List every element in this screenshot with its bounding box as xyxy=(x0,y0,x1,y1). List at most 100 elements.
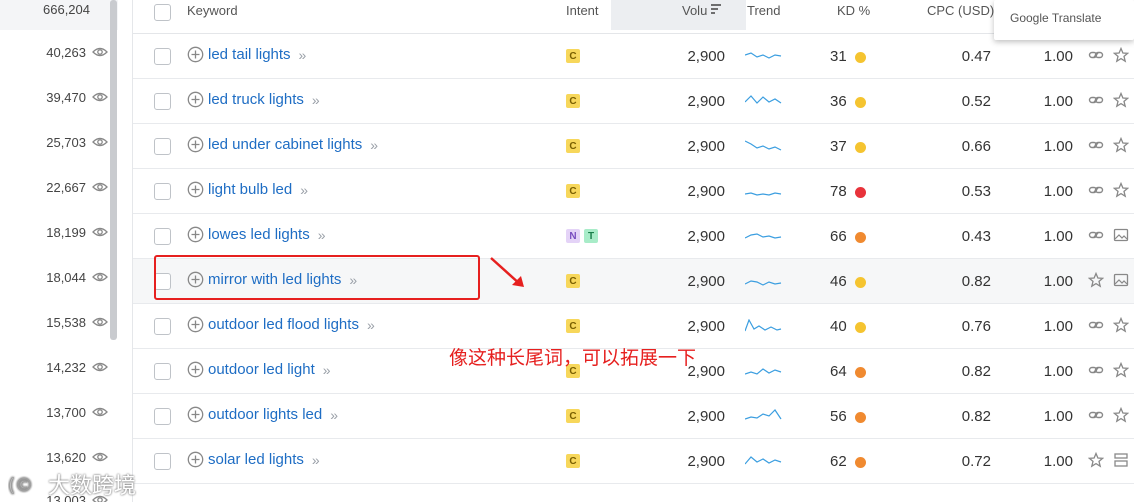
intent-badge: C xyxy=(566,94,580,108)
kd-value: 37 xyxy=(830,138,847,155)
table-row[interactable]: outdoor lights led » C 2,900 56 0.82 1.00 xyxy=(133,394,1134,439)
link-icon[interactable] xyxy=(1088,407,1104,423)
row-checkbox[interactable] xyxy=(154,93,171,110)
row-checkbox[interactable] xyxy=(154,408,171,425)
intent-header[interactable]: Intent xyxy=(566,3,599,18)
link-icon[interactable] xyxy=(1088,137,1104,153)
volume-header[interactable]: Volu xyxy=(682,3,707,18)
image-icon[interactable] xyxy=(1113,272,1129,288)
scrollbar[interactable] xyxy=(110,0,117,340)
table-row[interactable]: light bulb led » C 2,900 78 0.53 1.00 xyxy=(133,169,1134,214)
link-icon[interactable] xyxy=(1088,362,1104,378)
chevron-right-icon[interactable]: » xyxy=(370,137,378,153)
kd-dot xyxy=(854,141,866,153)
row-checkbox[interactable] xyxy=(154,48,171,65)
select-all-checkbox[interactable] xyxy=(154,4,171,21)
keyword-link[interactable]: solar led lights » xyxy=(187,451,320,468)
keyword-link[interactable]: lowes led lights » xyxy=(187,226,326,243)
image-icon[interactable] xyxy=(1113,227,1129,243)
row-checkbox[interactable] xyxy=(154,228,171,245)
link-icon[interactable] xyxy=(1088,182,1104,198)
intent-cell: C xyxy=(566,409,584,423)
row-checkbox[interactable] xyxy=(154,318,171,335)
star-icon[interactable] xyxy=(1113,317,1129,333)
add-keyword-icon[interactable] xyxy=(187,136,204,153)
star-icon[interactable] xyxy=(1088,452,1104,468)
kd-value: 62 xyxy=(830,453,847,470)
eye-icon[interactable] xyxy=(92,271,108,283)
star-icon[interactable] xyxy=(1113,182,1129,198)
kd-cell: 66 xyxy=(830,228,866,245)
intent-badge: C xyxy=(566,184,580,198)
row-checkbox[interactable] xyxy=(154,363,171,380)
table-row[interactable]: led tail lights » C 2,900 31 0.47 1.00 xyxy=(133,34,1134,79)
add-keyword-icon[interactable] xyxy=(187,451,204,468)
keyword-header[interactable]: Keyword xyxy=(187,3,238,18)
left-volume-column: 666,204 40,263 39,470 25,703 22,667 18,199 18… xyxy=(0,0,118,502)
keyword-text: led truck lights xyxy=(208,91,304,108)
add-keyword-icon[interactable] xyxy=(187,181,204,198)
row-checkbox[interactable] xyxy=(154,183,171,200)
star-icon[interactable] xyxy=(1113,92,1129,108)
eye-icon[interactable] xyxy=(92,226,108,238)
chevron-right-icon[interactable]: » xyxy=(312,92,320,108)
eye-icon[interactable] xyxy=(92,181,108,193)
add-keyword-icon[interactable] xyxy=(187,406,204,423)
chevron-right-icon[interactable]: » xyxy=(330,407,338,423)
eye-icon[interactable] xyxy=(92,361,108,373)
keyword-link[interactable]: led under cabinet lights » xyxy=(187,136,378,153)
chevron-right-icon[interactable]: » xyxy=(367,317,375,333)
chevron-right-icon[interactable]: » xyxy=(323,362,331,378)
add-keyword-icon[interactable] xyxy=(187,46,204,63)
add-keyword-icon[interactable] xyxy=(187,91,204,108)
kd-header[interactable]: KD % xyxy=(837,3,870,18)
left-volume-value: 15,538 xyxy=(46,314,86,330)
keyword-link[interactable]: outdoor led light » xyxy=(187,361,331,378)
row-checkbox[interactable] xyxy=(154,453,171,470)
keyword-link[interactable]: outdoor lights led » xyxy=(187,406,338,423)
trend-header[interactable]: Trend xyxy=(747,3,780,18)
table-row[interactable]: lowes led lights » N T 2,900 66 0.43 1.00 xyxy=(133,214,1134,259)
keyword-link[interactable]: light bulb led » xyxy=(187,181,308,198)
table-row[interactable]: led truck lights » C 2,900 36 0.52 1.00 xyxy=(133,79,1134,124)
eye-icon[interactable] xyxy=(92,451,108,463)
link-icon[interactable] xyxy=(1088,47,1104,63)
link-icon[interactable] xyxy=(1088,317,1104,333)
eye-icon[interactable] xyxy=(92,46,108,58)
add-keyword-icon[interactable] xyxy=(187,226,204,243)
row-checkbox[interactable] xyxy=(154,138,171,155)
sort-icon[interactable] xyxy=(710,4,722,15)
table-row[interactable]: solar led lights » C 2,900 62 0.72 1.00 xyxy=(133,439,1134,484)
cpc-header[interactable]: CPC (USD) xyxy=(927,3,994,18)
chevron-right-icon[interactable]: » xyxy=(318,227,326,243)
list-icon[interactable] xyxy=(1113,452,1129,468)
chevron-right-icon[interactable]: » xyxy=(300,182,308,198)
link-icon[interactable] xyxy=(1088,92,1104,108)
chevron-right-icon[interactable]: » xyxy=(312,452,320,468)
chevron-right-icon[interactable]: » xyxy=(299,47,307,63)
eye-icon[interactable] xyxy=(92,136,108,148)
link-icon[interactable] xyxy=(1088,227,1104,243)
keyword-link[interactable]: outdoor led flood lights » xyxy=(187,316,375,333)
intent-badge: C xyxy=(566,139,580,153)
table-row[interactable]: led under cabinet lights » C 2,900 37 0.66 1.0… xyxy=(133,124,1134,169)
intent-cell: C xyxy=(566,94,584,108)
kd-dot xyxy=(854,186,866,198)
kd-cell: 31 xyxy=(830,48,866,65)
star-icon[interactable] xyxy=(1113,47,1129,63)
eye-icon[interactable] xyxy=(92,316,108,328)
eye-icon[interactable] xyxy=(92,91,108,103)
star-icon[interactable] xyxy=(1113,137,1129,153)
star-icon[interactable] xyxy=(1113,407,1129,423)
google-translate-popup[interactable]: Google Translate xyxy=(994,0,1134,40)
add-keyword-icon[interactable] xyxy=(187,361,204,378)
add-keyword-icon[interactable] xyxy=(187,316,204,333)
keyword-link[interactable]: led truck lights » xyxy=(187,91,320,108)
star-icon[interactable] xyxy=(1113,362,1129,378)
volume-value: 2,900 xyxy=(687,138,725,155)
left-column-top: 666,204 xyxy=(0,0,118,30)
eye-icon[interactable] xyxy=(92,406,108,418)
keyword-link[interactable]: led tail lights » xyxy=(187,46,306,63)
left-volume-value: 39,470 xyxy=(46,89,86,105)
star-icon[interactable] xyxy=(1088,272,1104,288)
